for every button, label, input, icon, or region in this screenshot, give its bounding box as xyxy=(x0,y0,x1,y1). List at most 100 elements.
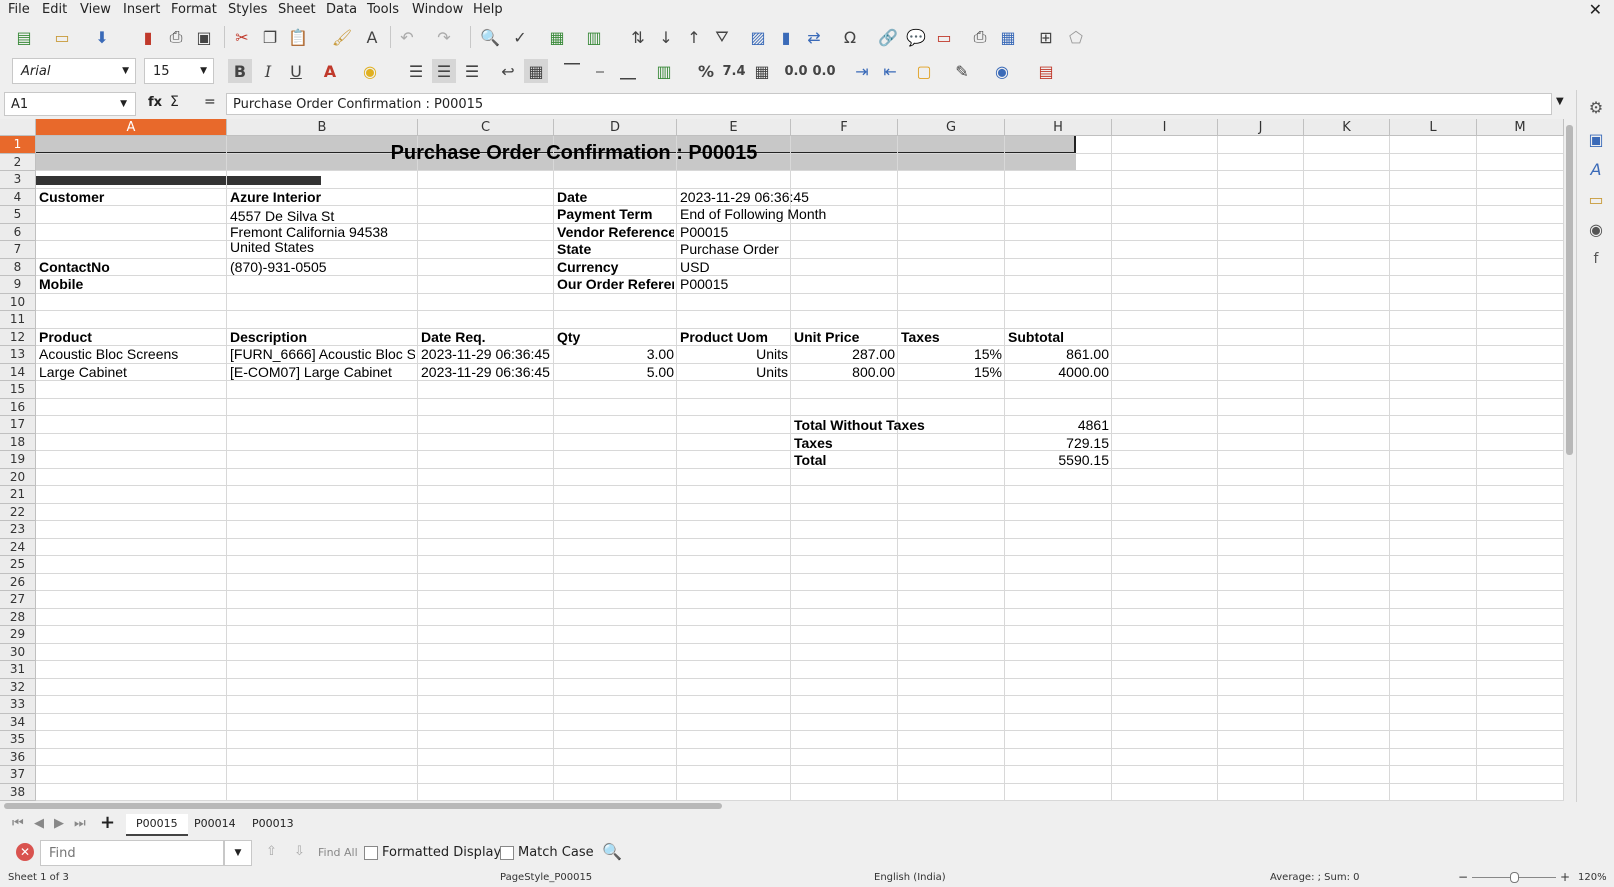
total-label[interactable]: Total xyxy=(794,452,1002,469)
align-right-icon[interactable]: ☰ xyxy=(460,59,484,83)
align-bottom-icon[interactable]: ⎽ xyxy=(616,59,640,83)
add-decimal-icon[interactable]: 0.0 xyxy=(784,59,808,83)
row-header-25[interactable]: 25 xyxy=(0,556,36,574)
date-label[interactable]: Date xyxy=(557,189,674,206)
row-header-9[interactable]: 9 xyxy=(0,276,36,294)
row-header-12[interactable]: 12 xyxy=(0,328,36,346)
menu-data[interactable]: Data xyxy=(326,2,357,17)
add-sheet-icon[interactable]: + xyxy=(100,812,115,833)
address-line-1[interactable]: 4557 De Silva St xyxy=(230,208,415,225)
properties-icon[interactable]: ▣ xyxy=(1583,126,1609,152)
row-header-3[interactable]: 3 xyxy=(0,171,36,189)
order-line-cell[interactable]: 15% xyxy=(901,346,1002,363)
order-line-cell[interactable]: [E-COM07] Large Cabinet xyxy=(230,364,415,381)
table-header-cell[interactable]: Product Uom xyxy=(680,329,788,346)
row-header-33[interactable]: 33 xyxy=(0,696,36,714)
tab-p00013[interactable]: P00013 xyxy=(242,814,304,834)
row-header-36[interactable]: 36 xyxy=(0,748,36,766)
order-line-cell[interactable]: 2023-11-29 06:36:45 xyxy=(421,364,551,381)
total-without-taxes-value[interactable]: 4861 xyxy=(1008,417,1109,434)
print-icon[interactable]: ⎙ xyxy=(164,25,188,49)
row-header-27[interactable]: 27 xyxy=(0,591,36,609)
decrease-indent-icon[interactable]: ⇤ xyxy=(878,59,902,83)
font-color-icon[interactable]: A xyxy=(318,59,342,83)
row-header-28[interactable]: 28 xyxy=(0,608,36,626)
row-header-10[interactable]: 10 xyxy=(0,293,36,311)
row-header-18[interactable]: 18 xyxy=(0,433,36,451)
font-size-box[interactable]: 15 ▼ xyxy=(144,58,214,84)
find-next-icon[interactable]: ⇩ xyxy=(294,844,305,859)
find-history-dropdown[interactable]: ▼ xyxy=(224,840,252,866)
selection-summary[interactable]: Average: ; Sum: 0 xyxy=(1270,872,1360,883)
row-header-21[interactable]: 21 xyxy=(0,486,36,504)
horizontal-scrollbar[interactable] xyxy=(0,801,1576,811)
customer-name[interactable]: Azure Interior xyxy=(230,189,415,206)
row-header-22[interactable]: 22 xyxy=(0,503,36,521)
payment-term-value[interactable]: End of Following Month xyxy=(680,206,895,223)
row-header-30[interactable]: 30 xyxy=(0,643,36,661)
title-cell[interactable]: Purchase Order Confirmation : P00015 xyxy=(39,136,1109,171)
vertical-scrollbar[interactable] xyxy=(1564,119,1576,801)
functions-icon[interactable]: f xyxy=(1583,246,1609,272)
row-header-17[interactable]: 17 xyxy=(0,416,36,434)
column-icon[interactable]: ▥ xyxy=(582,25,606,49)
conditional-format-icon[interactable]: ▤ xyxy=(1034,59,1058,83)
contact-label[interactable]: ContactNo xyxy=(39,259,224,276)
state-value[interactable]: Purchase Order xyxy=(680,241,895,258)
total-value[interactable]: 5590.15 xyxy=(1008,452,1109,469)
zoom-slider-thumb[interactable] xyxy=(1510,872,1519,883)
row-header-37[interactable]: 37 xyxy=(0,766,36,784)
print-preview-icon[interactable]: ▣ xyxy=(192,25,216,49)
close-document-icon[interactable]: ✕ xyxy=(1589,0,1602,19)
column-header-i[interactable]: I xyxy=(1112,119,1218,136)
align-left-icon[interactable]: ☰ xyxy=(404,59,428,83)
redo-icon[interactable]: ↷ xyxy=(432,25,456,49)
row-header-6[interactable]: 6 xyxy=(0,223,36,241)
number-format-icon[interactable]: 7.4 xyxy=(722,59,746,83)
settings-icon[interactable]: ⚙ xyxy=(1583,94,1609,120)
taxes-label[interactable]: Taxes xyxy=(794,435,1002,452)
menu-tools[interactable]: Tools xyxy=(367,2,399,17)
row-header-2[interactable]: 2 xyxy=(0,153,36,171)
horizontal-scroll-thumb[interactable] xyxy=(4,803,722,809)
column-header-c[interactable]: C xyxy=(418,119,554,136)
find-input[interactable] xyxy=(40,840,224,866)
spreadsheet-grid[interactable]: A B C D E F G H I J K L M 1 2 3 4 5 6 7 8 9 10 11 12 13 14 15 16 17 18… xyxy=(0,119,1564,801)
name-box[interactable]: A1 ▼ xyxy=(4,92,136,116)
order-line-cell[interactable]: Units xyxy=(680,364,788,381)
increase-indent-icon[interactable]: ⇥ xyxy=(850,59,874,83)
row-header-4[interactable]: 4 xyxy=(0,188,36,206)
hyperlink-icon[interactable]: 🔗 xyxy=(876,25,900,49)
menu-edit[interactable]: Edit xyxy=(42,2,67,17)
column-header-m[interactable]: M xyxy=(1477,119,1564,136)
row-header-24[interactable]: 24 xyxy=(0,538,36,556)
align-top-icon[interactable]: ⎺ xyxy=(560,59,584,83)
special-character-icon[interactable]: Ω xyxy=(838,25,862,49)
column-header-j[interactable]: J xyxy=(1218,119,1304,136)
row-header-32[interactable]: 32 xyxy=(0,678,36,696)
expand-formula-icon[interactable]: ▼ xyxy=(1556,96,1564,107)
row-header-5[interactable]: 5 xyxy=(0,206,36,224)
order-line-cell[interactable]: Acoustic Bloc Screens xyxy=(39,346,224,363)
zoom-level[interactable]: 120% xyxy=(1578,872,1607,883)
row-header-29[interactable]: 29 xyxy=(0,626,36,644)
sort-descending-icon[interactable]: ↑ xyxy=(682,25,706,49)
open-folder-icon[interactable]: ▭ xyxy=(50,25,74,49)
select-all-corner[interactable] xyxy=(0,119,36,136)
headers-footers-icon[interactable]: ▭ xyxy=(932,25,956,49)
total-without-taxes-label[interactable]: Total Without Taxes xyxy=(794,417,1002,434)
row-header-34[interactable]: 34 xyxy=(0,713,36,731)
find-replace-icon[interactable]: 🔍 xyxy=(478,25,502,49)
mobile-label[interactable]: Mobile xyxy=(39,276,224,293)
address-line-2[interactable]: Fremont California 94538 xyxy=(230,224,415,241)
menu-insert[interactable]: Insert xyxy=(123,2,160,17)
row-header-8[interactable]: 8 xyxy=(0,258,36,276)
order-line-cell[interactable]: Units xyxy=(680,346,788,363)
insert-chart-icon[interactable]: ▮ xyxy=(774,25,798,49)
paste-icon[interactable]: 📋 xyxy=(286,25,310,49)
order-line-cell[interactable]: [FURN_6666] Acoustic Bloc Screens xyxy=(230,346,415,363)
undo-icon[interactable]: ↶ xyxy=(395,25,419,49)
find-previous-icon[interactable]: ⇧ xyxy=(266,844,277,859)
vertical-scroll-thumb[interactable] xyxy=(1566,125,1573,455)
styles-icon[interactable]: A xyxy=(1583,156,1609,182)
